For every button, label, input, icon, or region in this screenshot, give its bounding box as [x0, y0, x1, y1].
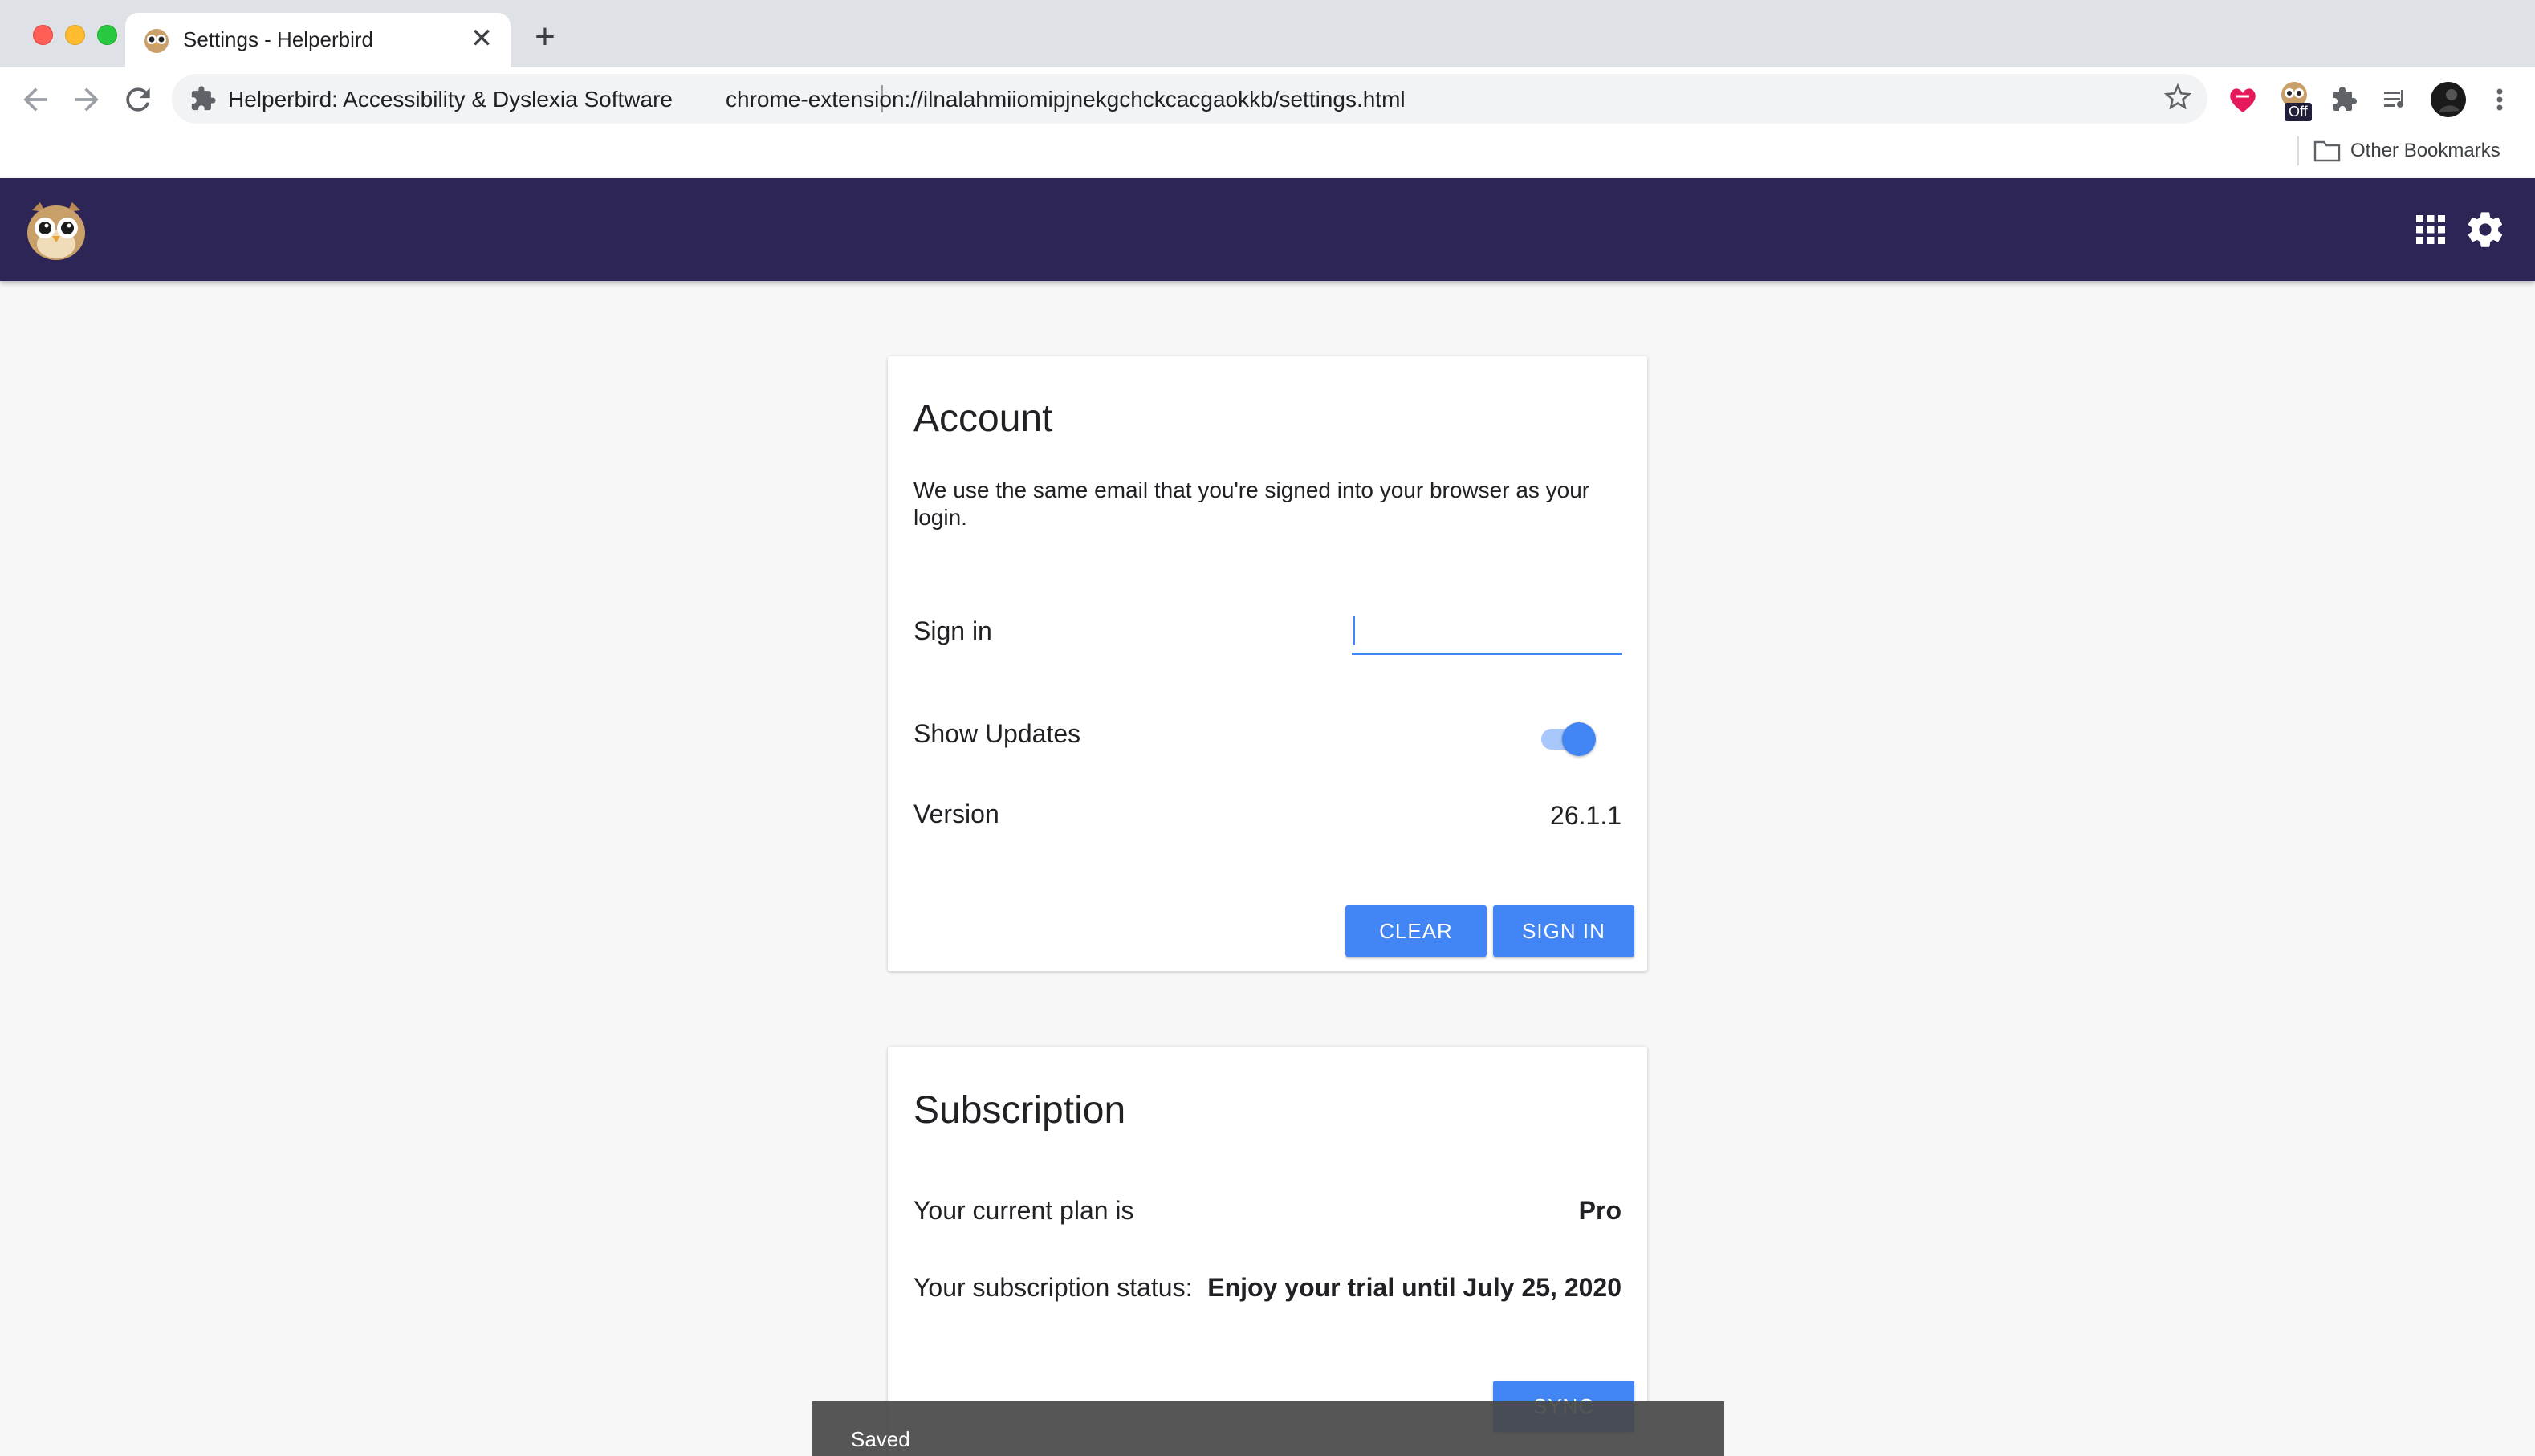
version-value: 26.1.1 [1550, 801, 1622, 830]
address-bar[interactable]: Helperbird: Accessibility & Dyslexia Sof… [172, 74, 2207, 124]
toggle-thumb [1562, 722, 1596, 756]
apps-grid-icon[interactable] [2413, 212, 2448, 247]
status-value: Enjoy your trial until July 25, 2020 [1207, 1273, 1622, 1302]
sign-in-button[interactable]: SIGN IN [1493, 905, 1634, 957]
heart-extension-icon[interactable] [2222, 79, 2264, 120]
account-title: Account [913, 397, 1053, 440]
window-maximize-button[interactable] [97, 25, 117, 45]
sign-in-label: Sign in [913, 616, 992, 645]
account-card: Account We use the same email that you'r… [888, 356, 1647, 971]
folder-icon [2313, 140, 2341, 162]
menu-icon[interactable] [2479, 79, 2521, 120]
text-caret [1353, 616, 1355, 645]
status-label: Your subscription status: [913, 1273, 1193, 1302]
extension-badge: Off [2285, 103, 2312, 121]
bookmarks-divider [2297, 136, 2299, 165]
sign-in-input[interactable] [1352, 610, 1622, 655]
snackbar-message: Saved [851, 1427, 910, 1451]
app-header [0, 178, 2535, 281]
reload-icon[interactable] [120, 82, 156, 117]
extensions-icon[interactable] [2325, 79, 2366, 120]
media-controls-icon[interactable] [2376, 79, 2418, 120]
tab-title: Settings - Helperbird [183, 27, 373, 51]
bookmark-label: Other Bookmarks [2350, 140, 2500, 161]
window-close-button[interactable] [33, 25, 53, 45]
new-tab-button[interactable]: + [530, 19, 560, 55]
helperbird-extension-icon[interactable]: Off [2273, 79, 2315, 121]
browser-tab-active[interactable]: Settings - Helperbird ✕ [125, 13, 511, 67]
version-label: Version [913, 799, 999, 828]
saved-snackbar: Saved [812, 1401, 1724, 1456]
forward-icon[interactable] [69, 82, 104, 117]
site-name: Helperbird: Accessibility & Dyslexia Sof… [228, 87, 673, 112]
clear-button[interactable]: CLEAR [1345, 905, 1487, 957]
star-icon[interactable] [2163, 83, 2193, 114]
window-minimize-button[interactable] [65, 25, 85, 45]
settings-gear-icon[interactable] [2464, 209, 2506, 250]
show-updates-toggle[interactable] [1538, 719, 1599, 758]
helperbird-favicon-icon [144, 29, 169, 53]
url-text[interactable]: chrome-extension://ilnalahmiiomipjnekgch… [726, 87, 1406, 112]
plan-label: Your current plan is [913, 1196, 1134, 1225]
tab-close-icon[interactable]: ✕ [467, 24, 496, 53]
browser-toolbar: Helperbird: Accessibility & Dyslexia Sof… [0, 67, 2535, 191]
bookmark-other-bookmarks[interactable]: Other Bookmarks [2313, 135, 2500, 167]
helperbird-owl-logo[interactable] [22, 196, 90, 263]
account-description: We use the same email that you're signed… [913, 478, 1590, 530]
puzzle-icon [191, 86, 216, 111]
subscription-card: Subscription Your current plan is Pro Yo… [888, 1047, 1647, 1456]
browser-tabstrip: Settings - Helperbird ✕ + [0, 0, 2535, 67]
subscription-title: Subscription [913, 1089, 1126, 1132]
plan-value: Pro [1578, 1196, 1622, 1225]
show-updates-label: Show Updates [913, 719, 1081, 748]
profile-avatar[interactable] [2427, 79, 2469, 120]
back-icon[interactable] [18, 82, 53, 117]
